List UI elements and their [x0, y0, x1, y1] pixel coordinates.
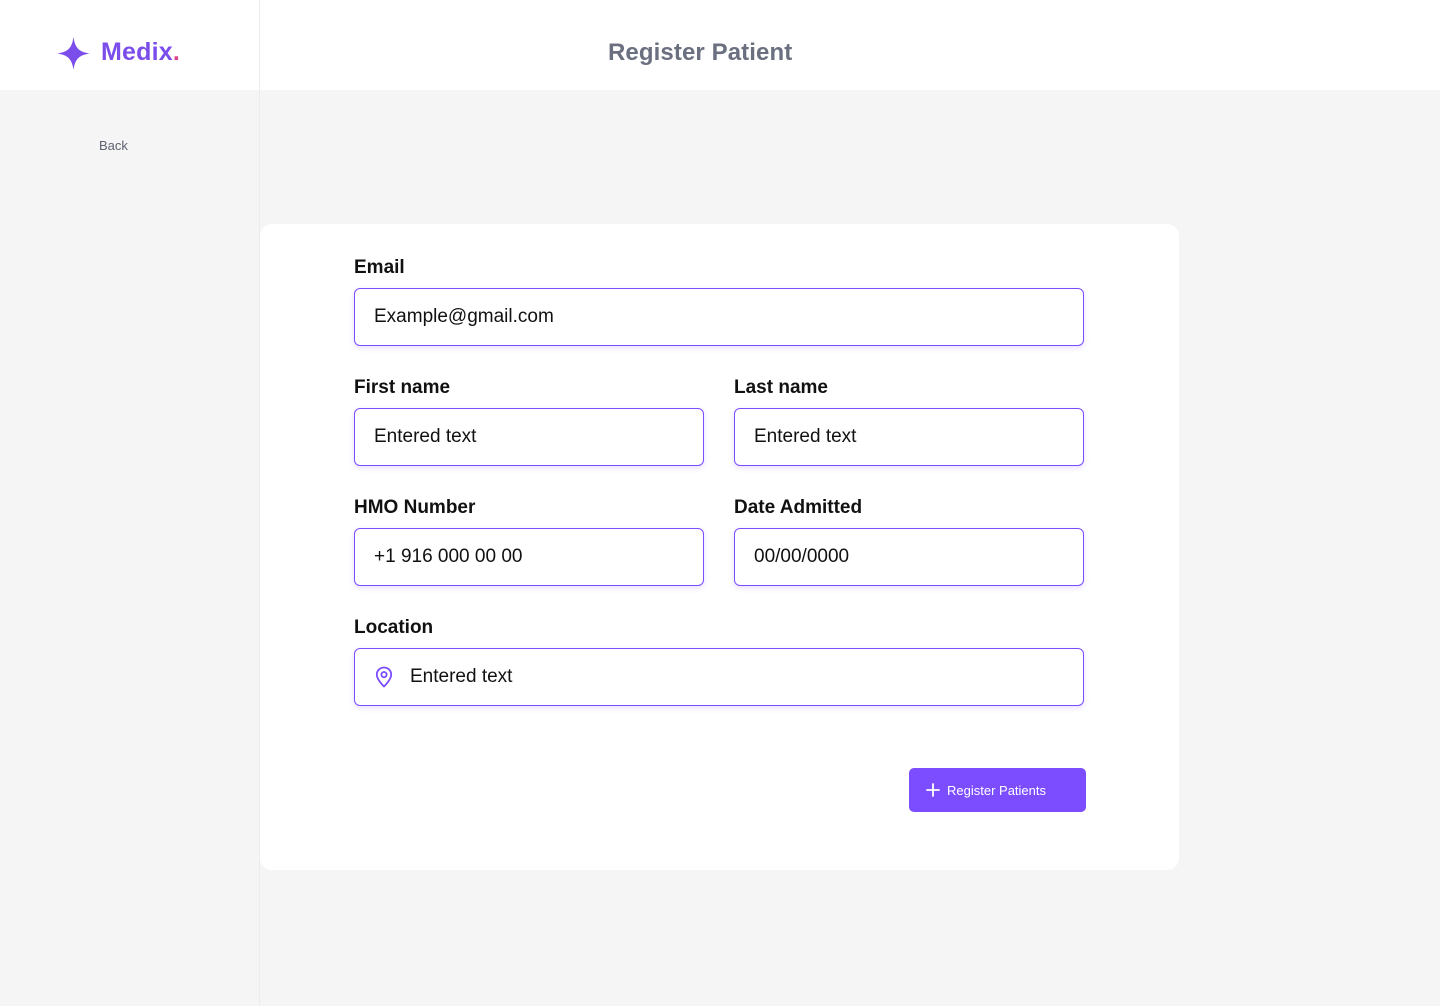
email-label: Email [354, 257, 405, 278]
last-name-field[interactable]: Entered text [734, 408, 1084, 466]
register-patients-button[interactable]: Register Patients [909, 768, 1086, 812]
brand-logo-text[interactable]: Medix. [101, 37, 180, 67]
last-name-value: Entered text [754, 426, 857, 447]
email-value: Example@gmail.com [374, 306, 554, 327]
location-label: Location [354, 617, 434, 638]
date-admitted-value: 00/00/0000 [754, 546, 850, 567]
brand-name: Medix [101, 38, 173, 66]
sidebar [0, 90, 260, 1006]
plus-icon [926, 783, 940, 797]
register-patients-label: Register Patients [947, 782, 1046, 798]
back-link[interactable]: Back [99, 138, 128, 154]
date-admitted-label: Date Admitted [734, 497, 863, 518]
last-name-label: Last name [734, 377, 828, 398]
sparkle-logo-icon [57, 37, 90, 70]
location-value: Entered text [410, 666, 513, 687]
email-field[interactable]: Example@gmail.com [354, 288, 1084, 346]
page-title: Register Patient [608, 39, 793, 66]
hmo-number-label: HMO Number [354, 497, 476, 518]
location-field[interactable]: Entered text [354, 648, 1084, 706]
top-bar: Medix. Register Patient [0, 0, 1440, 90]
date-admitted-field[interactable]: 00/00/0000 [734, 528, 1084, 586]
location-pin-icon [375, 666, 393, 688]
first-name-value: Entered text [374, 426, 477, 447]
first-name-field[interactable]: Entered text [354, 408, 704, 466]
hmo-number-value: +1 916 000 00 00 [374, 546, 523, 567]
hmo-number-field[interactable]: +1 916 000 00 00 [354, 528, 704, 586]
logo-area: Medix. [0, 0, 260, 90]
brand-dot: . [172, 38, 181, 66]
first-name-label: First name [354, 377, 451, 398]
